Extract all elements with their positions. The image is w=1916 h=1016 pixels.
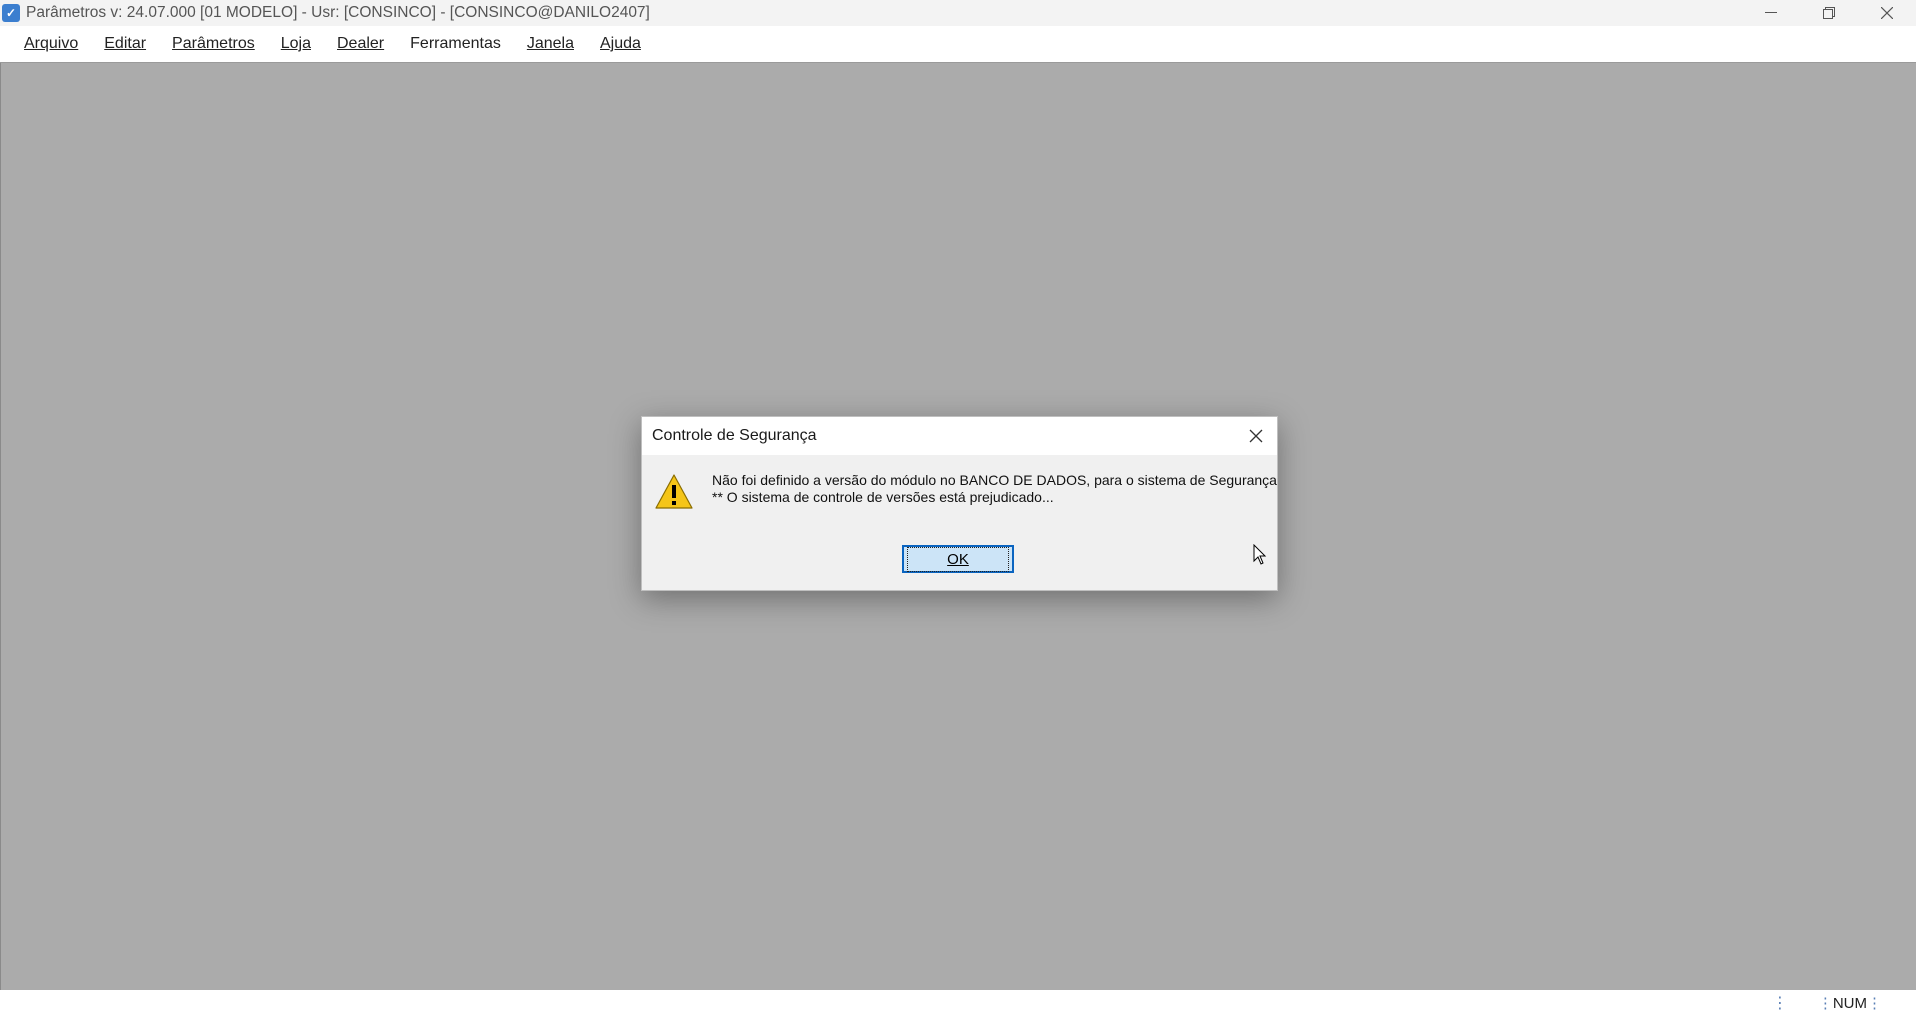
window-titlebar: ✓ Parâmetros v: 24.07.000 [01 MODELO] - … <box>0 0 1916 26</box>
ok-button-label: OK <box>907 546 1009 572</box>
menu-dealer[interactable]: Dealer <box>324 35 397 53</box>
close-icon[interactable] <box>1858 0 1916 26</box>
menu-ferramentas[interactable]: Ferramentas <box>397 35 514 53</box>
app-logo-icon[interactable]: ✓ <box>2 4 20 22</box>
window-controls <box>1742 0 1916 26</box>
menu-label: Dealer <box>337 35 385 52</box>
menu-label: Editar <box>104 35 147 52</box>
num-lock-label: NUM <box>1832 995 1867 1012</box>
dialog-message-line: Não foi definido a versão do módulo no B… <box>712 472 1277 488</box>
warning-icon <box>655 474 693 509</box>
dialog-titlebar: Controle de Segurança <box>642 417 1277 455</box>
menu-parametros[interactable]: Parâmetros <box>159 35 268 53</box>
menu-label: Loja <box>280 35 311 52</box>
num-lock-indicator: ⋮NUM⋮ <box>1817 995 1882 1012</box>
menu-bar: Arquivo Editar Parâmetros Loja Dealer Fe… <box>0 26 1916 63</box>
menu-editar[interactable]: Editar <box>91 35 159 53</box>
dialog-message-line: ** O sistema de controle de versões está… <box>712 489 1054 505</box>
restore-icon[interactable] <box>1800 0 1858 26</box>
menu-label: Ajuda <box>600 35 641 52</box>
menu-label: Ferramentas <box>410 35 501 52</box>
window-title: Parâmetros v: 24.07.000 [01 MODELO] - Us… <box>26 4 650 21</box>
status-bar: ⋮ ⋮NUM⋮ <box>0 990 1916 1016</box>
mouse-cursor-icon <box>1253 544 1267 565</box>
menu-label: Arquivo <box>24 35 79 52</box>
menu-arquivo[interactable]: Arquivo <box>0 35 91 53</box>
dialog-title: Controle de Segurança <box>652 427 817 444</box>
menu-label: Janela <box>526 35 574 52</box>
menu-loja[interactable]: Loja <box>268 35 324 53</box>
menu-janela[interactable]: Janela <box>514 35 587 53</box>
minimize-icon[interactable] <box>1742 0 1800 26</box>
dialog-close-icon[interactable] <box>1241 421 1271 451</box>
status-separator: ⋮ <box>1771 995 1788 1012</box>
ok-button[interactable]: OK <box>902 545 1014 573</box>
menu-ajuda[interactable]: Ajuda <box>587 35 654 53</box>
dialog-message: Não foi definido a versão do módulo no B… <box>712 472 1277 506</box>
security-dialog: Controle de Segurança Não foi definido a… <box>641 416 1278 591</box>
menu-label: Parâmetros <box>172 35 255 52</box>
